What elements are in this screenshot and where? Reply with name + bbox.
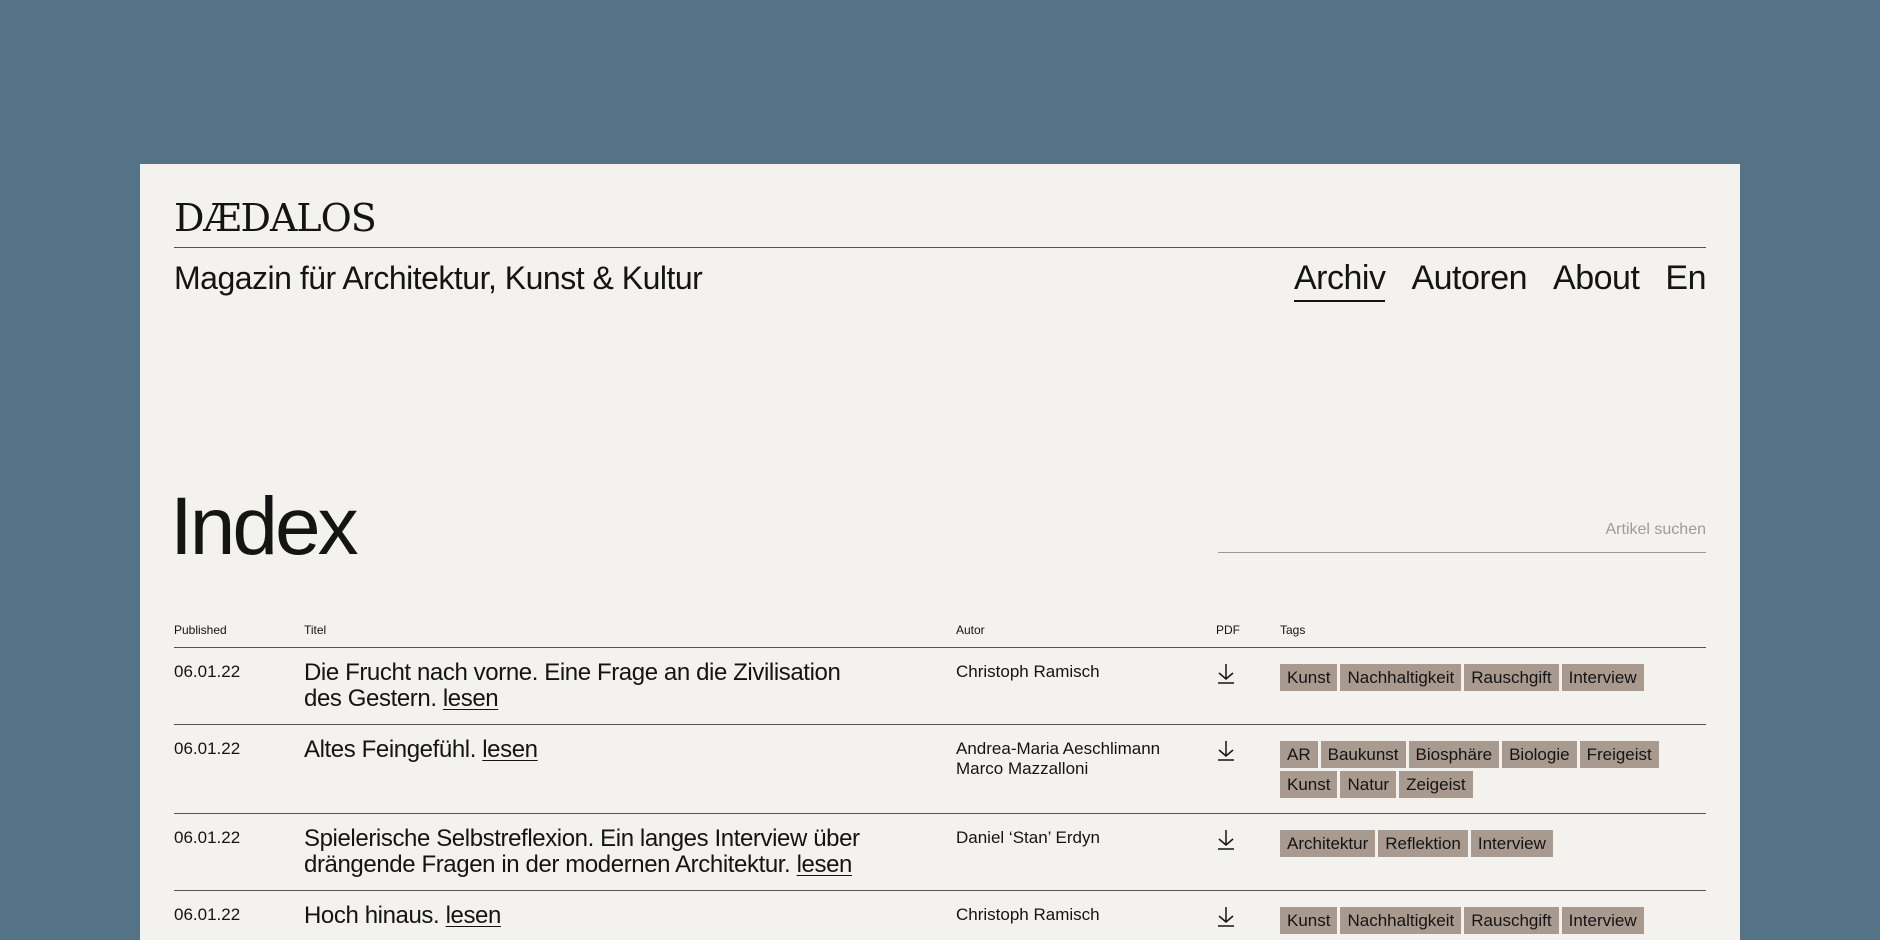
tag-interview[interactable]: Interview (1561, 664, 1644, 691)
row-title: Die Frucht nach vorne. Eine Frage an die… (304, 660, 864, 712)
search-field (1218, 512, 1706, 553)
site-logo[interactable]: DÆDALOS (174, 198, 377, 238)
row-title: Spielerische Selbstreflexion. Ein langes… (304, 826, 864, 878)
table-header: Published Titel Autor PDF Tags (174, 617, 1706, 648)
tag-ar[interactable]: AR (1280, 741, 1318, 768)
tag-reflektion[interactable]: Reflektion (1378, 830, 1468, 857)
row-title-text: Hoch hinaus. (304, 902, 446, 929)
header-pdf: PDF (1216, 623, 1240, 637)
table-row: 06.01.22 Die Frucht nach vorne. Eine Fra… (174, 648, 1706, 725)
page-card: DÆDALOS Magazin für Architektur, Kunst &… (140, 164, 1740, 940)
row-author: Christoph Ramisch (956, 905, 1100, 925)
tag-interview[interactable]: Interview (1470, 830, 1553, 857)
table-row: 06.01.22 Hoch hinaus. lesen Christoph Ra… (174, 891, 1706, 940)
header-divider (174, 247, 1706, 248)
read-link[interactable]: lesen (797, 851, 853, 878)
tag-kunst[interactable]: Kunst (1280, 771, 1338, 798)
read-link[interactable]: lesen (443, 685, 499, 712)
pdf-download-button[interactable] (1216, 739, 1236, 763)
header-tags: Tags (1280, 623, 1306, 637)
row-title: Altes Feingefühl. lesen (304, 737, 864, 763)
row-date: 06.01.22 (174, 905, 241, 924)
tag-kunst[interactable]: Kunst (1280, 907, 1338, 934)
row-tags: Kunst Nachhaltigkeit Rauschgift Intervie… (1280, 907, 1710, 934)
tag-rauschgift[interactable]: Rauschgift (1464, 664, 1559, 691)
row-author: Andrea-Maria Aeschlimann Marco Mazzallon… (956, 739, 1160, 779)
row-date: 06.01.22 (174, 828, 241, 847)
nav-item-language[interactable]: En (1665, 258, 1706, 302)
tag-nachhaltigkeit[interactable]: Nachhaltigkeit (1340, 664, 1462, 691)
row-date: 06.01.22 (174, 662, 241, 681)
row-tags: Architektur Reflektion Interview (1280, 830, 1710, 857)
author-name[interactable]: Marco Mazzalloni (956, 759, 1160, 779)
row-title-text: Spielerische Selbstreflexion. Ein langes… (304, 825, 860, 878)
tag-freigeist[interactable]: Freigeist (1579, 741, 1659, 768)
table-row: 06.01.22 Altes Feingefühl. lesen Andrea-… (174, 725, 1706, 814)
tag-architektur[interactable]: Architektur (1280, 830, 1376, 857)
download-arrow-icon (1218, 664, 1234, 684)
row-tags: AR Baukunst Biosphäre Biologie Freigeist… (1280, 741, 1710, 798)
tag-biologie[interactable]: Biologie (1502, 741, 1577, 768)
pdf-download-button[interactable] (1216, 662, 1236, 686)
read-link[interactable]: lesen (446, 902, 502, 929)
site-tagline: Magazin für Architektur, Kunst & Kultur (174, 260, 703, 296)
nav-item-about[interactable]: About (1553, 258, 1640, 302)
download-arrow-icon (1218, 741, 1234, 761)
tag-nachhaltigkeit[interactable]: Nachhaltigkeit (1340, 907, 1462, 934)
search-input[interactable] (1218, 512, 1706, 548)
table-row: 06.01.22 Spielerische Selbstreflexion. E… (174, 814, 1706, 891)
article-table: Published Titel Autor PDF Tags 06.01.22 … (174, 617, 1706, 940)
row-tags: Kunst Nachhaltigkeit Rauschgift Intervie… (1280, 664, 1710, 691)
tag-baukunst[interactable]: Baukunst (1320, 741, 1406, 768)
author-name[interactable]: Christoph Ramisch (956, 905, 1100, 925)
row-title-text: Altes Feingefühl. (304, 736, 483, 763)
row-title-text: Die Frucht nach vorne. Eine Frage an die… (304, 659, 841, 712)
tag-zeigeist[interactable]: Zeigeist (1399, 771, 1473, 798)
header-title: Titel (304, 623, 327, 637)
header-author: Autor (956, 623, 985, 637)
pdf-download-button[interactable] (1216, 905, 1236, 929)
author-name[interactable]: Christoph Ramisch (956, 662, 1100, 682)
tag-biosphaere[interactable]: Biosphäre (1408, 741, 1500, 768)
main-nav: Archiv Autoren About En (1293, 258, 1706, 302)
pdf-download-button[interactable] (1216, 828, 1236, 852)
download-arrow-icon (1218, 907, 1234, 927)
nav-item-autoren[interactable]: Autoren (1411, 258, 1527, 302)
read-link[interactable]: lesen (482, 736, 538, 763)
row-author: Daniel ‘Stan’ Erdyn (956, 828, 1100, 848)
download-arrow-icon (1218, 830, 1234, 850)
header-published: Published (174, 623, 227, 637)
nav-item-archiv[interactable]: Archiv (1293, 258, 1386, 302)
tag-rauschgift[interactable]: Rauschgift (1464, 907, 1559, 934)
tag-interview[interactable]: Interview (1561, 907, 1644, 934)
author-name[interactable]: Daniel ‘Stan’ Erdyn (956, 828, 1100, 848)
author-name[interactable]: Andrea-Maria Aeschlimann (956, 739, 1160, 759)
row-date: 06.01.22 (174, 739, 241, 758)
tag-natur[interactable]: Natur (1340, 771, 1397, 798)
row-title: Hoch hinaus. lesen (304, 903, 864, 929)
tag-kunst[interactable]: Kunst (1280, 664, 1338, 691)
page-title: Index (170, 481, 359, 572)
row-author: Christoph Ramisch (956, 662, 1100, 682)
